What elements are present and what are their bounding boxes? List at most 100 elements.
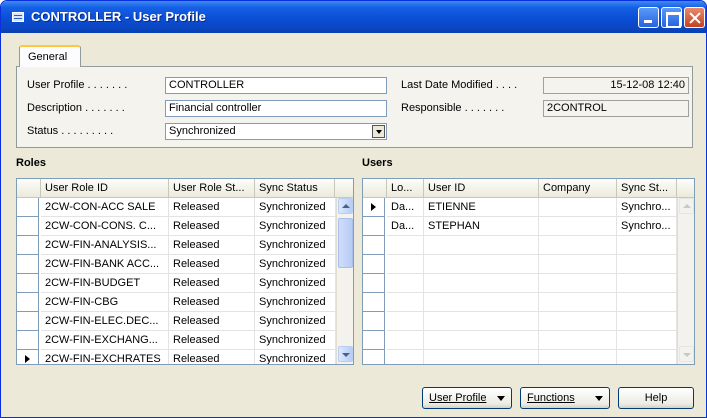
users-cell-sync-status[interactable] xyxy=(617,293,677,312)
tab-general[interactable]: General xyxy=(19,45,81,67)
roles-cell-user-role-status[interactable]: Released xyxy=(169,350,255,364)
users-cell-company[interactable] xyxy=(539,350,617,364)
users-table-row[interactable] xyxy=(363,293,694,312)
users-cell-company[interactable] xyxy=(539,236,617,255)
users-table-row[interactable] xyxy=(363,255,694,274)
roles-cell-user-role-status[interactable]: Released xyxy=(169,274,255,293)
roles-col-sync-status[interactable]: Sync Status xyxy=(255,179,335,198)
users-cell-company[interactable] xyxy=(539,312,617,331)
roles-row-selector[interactable] xyxy=(17,274,39,293)
users-scroll-up-button[interactable] xyxy=(679,198,694,214)
users-cell-company[interactable] xyxy=(539,293,617,312)
users-row-selector[interactable] xyxy=(363,217,385,236)
users-scrollbar[interactable] xyxy=(677,198,694,364)
roles-cell-user-role-id[interactable]: 2CW-CON-CONS. C... xyxy=(41,217,169,236)
help-button[interactable]: Help xyxy=(618,387,694,409)
roles-cell-sync-status[interactable]: Synchronized xyxy=(255,293,336,312)
roles-table-row[interactable]: 2CW-FIN-EXCHANG... Released Synchronized xyxy=(17,331,353,350)
roles-scroll-up-button[interactable] xyxy=(338,198,353,214)
roles-table-row[interactable]: 2CW-FIN-BANK ACC... Released Synchronized xyxy=(17,255,353,274)
roles-grid[interactable]: User Role ID User Role St... Sync Status… xyxy=(16,178,354,365)
users-cell-user-id[interactable] xyxy=(424,293,539,312)
users-cell-login-type[interactable] xyxy=(387,312,424,331)
roles-row-selector[interactable] xyxy=(17,312,39,331)
roles-cell-user-role-status[interactable]: Released xyxy=(169,236,255,255)
users-cell-user-id[interactable]: STEPHAN xyxy=(424,217,539,236)
roles-cell-user-role-status[interactable]: Released xyxy=(169,217,255,236)
users-cell-sync-status[interactable] xyxy=(617,350,677,364)
roles-table-row[interactable]: 2CW-FIN-EXCHRATES Released Synchronized xyxy=(17,350,353,364)
roles-table-row[interactable]: 2CW-CON-CONS. C... Released Synchronized xyxy=(17,217,353,236)
roles-row-selector[interactable] xyxy=(17,217,39,236)
roles-row-selector[interactable] xyxy=(17,255,39,274)
roles-cell-user-role-status[interactable]: Released xyxy=(169,312,255,331)
description-field[interactable]: Financial controller xyxy=(165,100,387,117)
users-row-selector[interactable] xyxy=(363,312,385,331)
roles-cell-user-role-status[interactable]: Released xyxy=(169,293,255,312)
users-cell-login-type[interactable]: Da... xyxy=(387,217,424,236)
status-select[interactable]: Synchronized xyxy=(165,123,387,140)
users-cell-login-type[interactable] xyxy=(387,350,424,364)
users-row-selector[interactable] xyxy=(363,236,385,255)
users-cell-login-type[interactable] xyxy=(387,255,424,274)
users-cell-company[interactable] xyxy=(539,198,617,217)
users-table-row[interactable] xyxy=(363,350,694,364)
roles-cell-user-role-id[interactable]: 2CW-FIN-CBG xyxy=(41,293,169,312)
users-cell-user-id[interactable] xyxy=(424,255,539,274)
users-cell-company[interactable] xyxy=(539,217,617,236)
roles-cell-user-role-id[interactable]: 2CW-CON-ACC SALE xyxy=(41,198,169,217)
users-table-row[interactable] xyxy=(363,274,694,293)
users-cell-sync-status[interactable] xyxy=(617,255,677,274)
user-profile-field[interactable]: CONTROLLER xyxy=(165,77,387,94)
roles-cell-sync-status[interactable]: Synchronized xyxy=(255,236,336,255)
roles-row-selector[interactable] xyxy=(17,236,39,255)
roles-cell-sync-status[interactable]: Synchronized xyxy=(255,350,336,364)
users-cell-login-type[interactable] xyxy=(387,274,424,293)
functions-menu-button[interactable]: Functions xyxy=(520,387,610,409)
users-row-selector[interactable] xyxy=(363,255,385,274)
users-table-row[interactable]: Da... ETIENNE Synchro... xyxy=(363,198,694,217)
users-cell-sync-status[interactable] xyxy=(617,331,677,350)
users-row-selector[interactable] xyxy=(363,293,385,312)
users-table-row[interactable] xyxy=(363,312,694,331)
roles-cell-sync-status[interactable]: Synchronized xyxy=(255,312,336,331)
user-profile-menu-button[interactable]: User Profile xyxy=(422,387,512,409)
roles-cell-user-role-status[interactable]: Released xyxy=(169,198,255,217)
roles-cell-user-role-id[interactable]: 2CW-FIN-EXCHANG... xyxy=(41,331,169,350)
users-table-row[interactable] xyxy=(363,331,694,350)
minimize-button[interactable] xyxy=(638,7,659,28)
roles-cell-user-role-status[interactable]: Released xyxy=(169,331,255,350)
roles-row-selector[interactable] xyxy=(17,293,39,312)
maximize-button[interactable] xyxy=(661,7,682,28)
users-grid[interactable]: Lo... User ID Company Sync St... Da... ET… xyxy=(362,178,695,365)
users-col-company[interactable]: Company xyxy=(539,179,617,198)
roles-row-selector[interactable] xyxy=(17,350,39,364)
users-cell-user-id[interactable] xyxy=(424,331,539,350)
roles-scroll-thumb[interactable] xyxy=(338,218,353,268)
users-col-sync-status[interactable]: Sync St... xyxy=(617,179,677,198)
roles-cell-sync-status[interactable]: Synchronized xyxy=(255,274,336,293)
users-cell-company[interactable] xyxy=(539,331,617,350)
users-cell-user-id[interactable] xyxy=(424,236,539,255)
roles-cell-user-role-id[interactable]: 2CW-FIN-BUDGET xyxy=(41,274,169,293)
roles-col-user-role-status[interactable]: User Role St... xyxy=(169,179,255,198)
users-cell-user-id[interactable] xyxy=(424,274,539,293)
users-cell-sync-status[interactable]: Synchro... xyxy=(617,217,677,236)
roles-cell-sync-status[interactable]: Synchronized xyxy=(255,255,336,274)
users-row-selector[interactable] xyxy=(363,350,385,364)
roles-table-row[interactable]: 2CW-FIN-ANALYSIS... Released Synchronized xyxy=(17,236,353,255)
users-cell-sync-status[interactable] xyxy=(617,312,677,331)
users-scroll-down-button[interactable] xyxy=(679,346,694,362)
roles-table-row[interactable]: 2CW-FIN-CBG Released Synchronized xyxy=(17,293,353,312)
users-row-selector[interactable] xyxy=(363,274,385,293)
users-table-row[interactable]: Da... STEPHAN Synchro... xyxy=(363,217,694,236)
users-table-row[interactable] xyxy=(363,236,694,255)
users-cell-user-id[interactable] xyxy=(424,312,539,331)
title-bar[interactable]: CONTROLLER - User Profile xyxy=(1,1,706,33)
users-cell-login-type[interactable] xyxy=(387,293,424,312)
users-row-selector[interactable] xyxy=(363,331,385,350)
roles-row-selector[interactable] xyxy=(17,331,39,350)
users-cell-company[interactable] xyxy=(539,255,617,274)
status-dropdown-button[interactable] xyxy=(372,125,385,138)
roles-table-row[interactable]: 2CW-CON-ACC SALE Released Synchronized xyxy=(17,198,353,217)
